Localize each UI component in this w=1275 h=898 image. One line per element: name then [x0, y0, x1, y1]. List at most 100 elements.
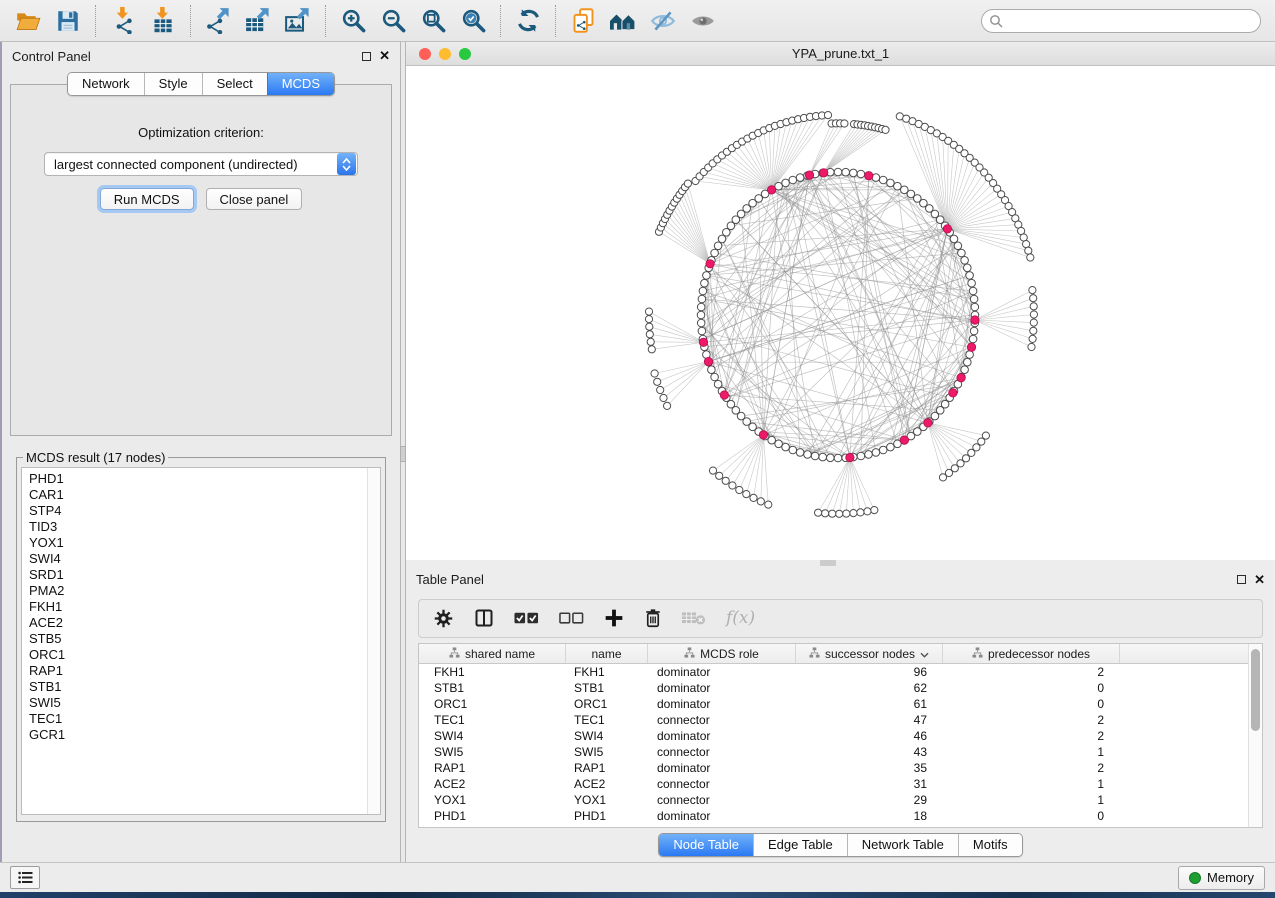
scrollbar-thumb[interactable]: [1251, 649, 1260, 731]
mcds-result-item[interactable]: STB1: [29, 679, 380, 695]
column-header-name[interactable]: name: [566, 644, 648, 663]
tab-motifs[interactable]: Motifs: [958, 834, 1022, 856]
cell-predecessor_nodes[interactable]: 0: [943, 697, 1120, 711]
export-network-button[interactable]: [198, 4, 238, 38]
column-header-shared-name[interactable]: shared name: [419, 644, 566, 663]
tab-node-table[interactable]: Node Table: [659, 834, 753, 856]
import-network-button[interactable]: [103, 4, 143, 38]
refresh-layout-button[interactable]: [508, 4, 548, 38]
tab-select[interactable]: Select: [202, 73, 267, 95]
result-scrollbar[interactable]: [367, 468, 380, 814]
cell-mcds_role[interactable]: dominator: [648, 761, 796, 775]
clone-network-button[interactable]: [563, 4, 603, 38]
cell-name[interactable]: TEC1: [566, 713, 648, 727]
cell-successor_nodes[interactable]: 18: [796, 809, 943, 823]
table-row[interactable]: RAP1RAP1dominator352: [419, 760, 1262, 776]
export-image-button[interactable]: [278, 4, 318, 38]
zoom-fit-button[interactable]: [413, 4, 453, 38]
tab-style[interactable]: Style: [144, 73, 202, 95]
cell-shared_name[interactable]: SWI4: [419, 729, 566, 743]
table-row[interactable]: STB1STB1dominator620: [419, 680, 1262, 696]
cell-shared_name[interactable]: STB1: [419, 681, 566, 695]
mcds-result-item[interactable]: RAP1: [29, 663, 380, 679]
zoom-in-button[interactable]: [333, 4, 373, 38]
deselect-all-columns-button[interactable]: [559, 612, 584, 625]
network-canvas[interactable]: [406, 66, 1275, 560]
cell-predecessor_nodes[interactable]: 2: [943, 713, 1120, 727]
close-panel-icon[interactable]: ✕: [379, 51, 390, 61]
float-panel-icon[interactable]: [362, 52, 371, 61]
cell-predecessor_nodes[interactable]: 2: [943, 665, 1120, 679]
cell-shared_name[interactable]: RAP1: [419, 761, 566, 775]
cell-successor_nodes[interactable]: 62: [796, 681, 943, 695]
cell-successor_nodes[interactable]: 47: [796, 713, 943, 727]
cell-successor_nodes[interactable]: 46: [796, 729, 943, 743]
mcds-result-item[interactable]: ACE2: [29, 615, 380, 631]
close-panel-icon[interactable]: ✕: [1254, 575, 1265, 585]
delete-column-button[interactable]: [644, 608, 662, 628]
cell-name[interactable]: ACE2: [566, 777, 648, 791]
add-column-button[interactable]: [604, 608, 624, 628]
cell-successor_nodes[interactable]: 96: [796, 665, 943, 679]
cell-successor_nodes[interactable]: 29: [796, 793, 943, 807]
table-row[interactable]: SWI4SWI4dominator462: [419, 728, 1262, 744]
tab-edge-table[interactable]: Edge Table: [753, 834, 847, 856]
run-mcds-button[interactable]: Run MCDS: [100, 188, 194, 210]
table-scrollbar[interactable]: [1248, 644, 1262, 827]
mcds-result-item[interactable]: SRD1: [29, 567, 380, 583]
cell-name[interactable]: YOX1: [566, 793, 648, 807]
sort-chevron-icon[interactable]: [920, 647, 929, 661]
select-all-columns-button[interactable]: [514, 612, 539, 625]
tab-network-table[interactable]: Network Table: [847, 834, 958, 856]
cell-name[interactable]: STB1: [566, 681, 648, 695]
column-header-successor-nodes[interactable]: successor nodes: [796, 644, 943, 663]
cell-name[interactable]: ORC1: [566, 697, 648, 711]
cell-successor_nodes[interactable]: 43: [796, 745, 943, 759]
cell-mcds_role[interactable]: dominator: [648, 665, 796, 679]
show-all-button[interactable]: [683, 4, 723, 38]
table-row[interactable]: PHD1PHD1dominator180: [419, 808, 1262, 824]
cell-shared_name[interactable]: SWI5: [419, 745, 566, 759]
memory-button[interactable]: Memory: [1178, 866, 1265, 890]
mcds-result-item[interactable]: PMA2: [29, 583, 380, 599]
close-panel-button[interactable]: Close panel: [206, 188, 303, 210]
mcds-result-item[interactable]: YOX1: [29, 535, 380, 551]
cell-mcds_role[interactable]: connector: [648, 745, 796, 759]
cell-shared_name[interactable]: YOX1: [419, 793, 566, 807]
mcds-result-item[interactable]: STP4: [29, 503, 380, 519]
search-input[interactable]: [981, 9, 1261, 33]
column-header-MCDS-role[interactable]: MCDS role: [648, 644, 796, 663]
import-table-button[interactable]: [143, 4, 183, 38]
cell-shared_name[interactable]: PHD1: [419, 809, 566, 823]
mcds-result-list[interactable]: PHD1CAR1STP4TID3YOX1SWI4SRD1PMA2FKH1ACE2…: [21, 467, 381, 815]
mcds-result-item[interactable]: CAR1: [29, 487, 380, 503]
hide-selected-button[interactable]: [643, 4, 683, 38]
cell-name[interactable]: RAP1: [566, 761, 648, 775]
cell-mcds_role[interactable]: dominator: [648, 729, 796, 743]
export-table-button[interactable]: [238, 4, 278, 38]
table-row[interactable]: YOX1YOX1connector291: [419, 792, 1262, 808]
tab-network[interactable]: Network: [68, 73, 144, 95]
cell-shared_name[interactable]: ACE2: [419, 777, 566, 791]
mcds-result-item[interactable]: SWI5: [29, 695, 380, 711]
cell-name[interactable]: SWI5: [566, 745, 648, 759]
cell-shared_name[interactable]: TEC1: [419, 713, 566, 727]
save-session-button[interactable]: [48, 4, 88, 38]
column-header-predecessor-nodes[interactable]: predecessor nodes: [943, 644, 1120, 663]
criterion-dropdown[interactable]: largest connected component (undirected): [44, 152, 358, 176]
cell-shared_name[interactable]: FKH1: [419, 665, 566, 679]
tab-mcds[interactable]: MCDS: [267, 73, 334, 95]
cell-mcds_role[interactable]: dominator: [648, 809, 796, 823]
float-panel-icon[interactable]: [1237, 575, 1246, 584]
zoom-selected-button[interactable]: [453, 4, 493, 38]
cell-predecessor_nodes[interactable]: 0: [943, 681, 1120, 695]
mcds-result-item[interactable]: FKH1: [29, 599, 380, 615]
first-neighbors-button[interactable]: [603, 4, 643, 38]
cell-mcds_role[interactable]: dominator: [648, 681, 796, 695]
cell-successor_nodes[interactable]: 61: [796, 697, 943, 711]
mcds-result-item[interactable]: STB5: [29, 631, 380, 647]
cell-name[interactable]: SWI4: [566, 729, 648, 743]
cell-predecessor_nodes[interactable]: 2: [943, 761, 1120, 775]
toggle-column-button[interactable]: [474, 608, 494, 628]
cell-predecessor_nodes[interactable]: 1: [943, 793, 1120, 807]
